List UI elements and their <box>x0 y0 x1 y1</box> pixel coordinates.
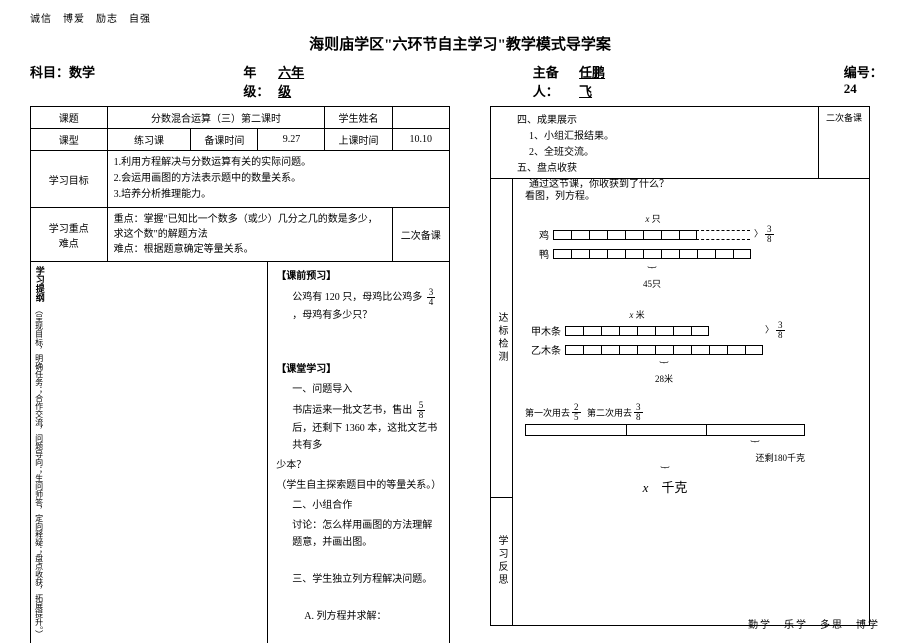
goal-2: 2.会运用画图的方法表示题中的数量关系。 <box>114 171 443 187</box>
section-4a: 1、小组汇报结果。 <box>529 129 808 145</box>
section-3: 三、学生独立列方程解决问题。 <box>292 571 441 588</box>
bar-a-label: 甲木条 <box>525 323 565 338</box>
section-4: 四、成果展示 <box>517 113 808 129</box>
cell-student-value <box>392 107 450 129</box>
cell-second-prep: 二次备课 <box>392 208 450 262</box>
section-5: 五、盘点收获 <box>517 161 808 177</box>
use2-label: 第二次用去 <box>587 406 632 419</box>
cell-classdate-label: 上课时间 <box>325 129 392 151</box>
diagram-2: x 米 甲木条 〉38 乙木条 ︸ 28米 <box>525 308 857 385</box>
cell-prepdate-value: 9.27 <box>258 129 325 151</box>
cell-classdate-value: 10.10 <box>392 129 450 151</box>
topic-table: 课题 分数混合运算（三）第二课时 学生姓名 课型 练习课 备课时间 9.27 上… <box>30 106 450 262</box>
side-sublabel: （呈现目标，明确任务；合作交流，问题导向；生问师答，定向释疑；盘点收获，拓展提升… <box>32 304 46 640</box>
count45: 45只 <box>553 277 751 290</box>
cell-type-label: 课型 <box>31 129 108 151</box>
question-end: 少本？ <box>276 457 441 474</box>
side-label-cell: 学习提纲 （呈现目标，明确任务；合作交流，问题导向；生问师答，定向释疑；盘点收获… <box>31 262 268 643</box>
right-top-content: 四、成果展示 1、小组汇报结果。 2、全班交流。 五、盘点收获 通过这节课，你收… <box>491 107 819 178</box>
info-row: 科目：数学 年级： 六年级 主备人： 任鹏飞 编号：24 <box>30 62 890 100</box>
host-label: 主备人： <box>533 62 579 100</box>
len28: 28米 <box>565 372 763 385</box>
note: （学生自主探索题目中的等量关系。） <box>276 477 441 494</box>
remain-label: 还剩180千克 <box>525 451 805 464</box>
second-prep-label: 二次备课 <box>819 107 869 178</box>
serial-label: 编号：24 <box>844 62 890 100</box>
side-label: 学习提纲 <box>32 264 47 304</box>
question-bookstore: 书店运来一批文艺书，售出 58 后，还剩下 1360 本，这批文艺书共有多 <box>292 401 441 454</box>
diagram-3: 第一次用去 25 第二次用去 38 ︸ <box>525 403 857 496</box>
content-table: 学习提纲 （呈现目标，明确任务；合作交流，问题导向；生问师答，定向释疑；盘点收获… <box>30 261 450 643</box>
main-content: 【课前预习】 公鸡有 120 只，母鸡比公鸡多 34 ，母鸡有多少只？ 【课堂学… <box>268 262 450 643</box>
duck-label: 鸭 <box>525 246 553 261</box>
header-motto: 诚信 博爱 励志 自强 <box>30 10 890 25</box>
section-2: 二、小组合作 <box>292 497 441 514</box>
preview-heading: 【课前预习】 <box>276 268 441 285</box>
right-top-box: 四、成果展示 1、小组汇报结果。 2、全班交流。 五、盘点收获 通过这节课，你收… <box>490 106 870 179</box>
section-1: 一、问题导入 <box>292 381 441 398</box>
fansi-label: 学习反思 <box>491 498 512 625</box>
preview-question: 公鸡有 120 只，母鸡比公鸡多 34 ，母鸡有多少只？ <box>292 288 441 324</box>
grade-label: 年级： <box>243 62 278 100</box>
grade-value: 六年级 <box>278 62 313 100</box>
cell-topic-label: 课题 <box>31 107 108 129</box>
bar-b-label: 乙木条 <box>525 342 565 357</box>
host-value: 任鹏飞 <box>579 62 614 100</box>
goal-1: 1.利用方程解决与分数运算有关的实际问题。 <box>114 155 443 171</box>
page-title: 海则庙学区"六环节自主学习"教学模式导学案 <box>30 33 890 54</box>
footer-motto: 勤学 乐学 多思 博学 <box>748 616 880 631</box>
fraction-icon: 58 <box>417 401 426 420</box>
chicken-label: 鸡 <box>525 227 553 242</box>
diagrams-area: 看图，列方程。 x 只 鸡 〉38 鸭 <box>513 179 869 625</box>
section-2-text: 讨论：怎么样用画图的方法理解题意，并画出图。 <box>292 517 441 551</box>
right-bottom-box: 达标检测 学习反思 看图，列方程。 x 只 鸡 〉38 <box>490 179 870 626</box>
subject-label: 科目：数学 <box>30 62 243 100</box>
cell-student-label: 学生姓名 <box>325 107 392 129</box>
section-3a: A. 列方程并求解： <box>304 608 441 625</box>
diagram-1: x 只 鸡 〉38 鸭 ︸ 45只 <box>525 212 857 290</box>
cell-keypoints-label: 学习重点 难点 <box>31 208 108 262</box>
cell-prepdate-label: 备课时间 <box>191 129 258 151</box>
cell-goals-label: 学习目标 <box>31 151 108 208</box>
cell-topic-value: 分数混合运算（三）第二课时 <box>107 107 325 129</box>
fraction-icon: 34 <box>427 288 436 307</box>
dabiao-label: 达标检测 <box>491 179 512 498</box>
section-4b: 2、全班交流。 <box>529 145 808 161</box>
goal-3: 3.培养分析推理能力。 <box>114 187 443 203</box>
classroom-heading: 【课堂学习】 <box>276 361 441 378</box>
use1-label: 第一次用去 <box>525 406 570 419</box>
diagram-heading: 看图，列方程。 <box>525 187 857 202</box>
cell-keypoints: 重点：掌握"已知比一个数多（或少）几分之几的数是多少，求这个数"的解题方法 难点… <box>107 208 392 262</box>
cell-type-value: 练习课 <box>107 129 191 151</box>
cell-goals: 1.利用方程解决与分数运算有关的实际问题。 2.会运用画图的方法表示题中的数量关… <box>107 151 449 208</box>
